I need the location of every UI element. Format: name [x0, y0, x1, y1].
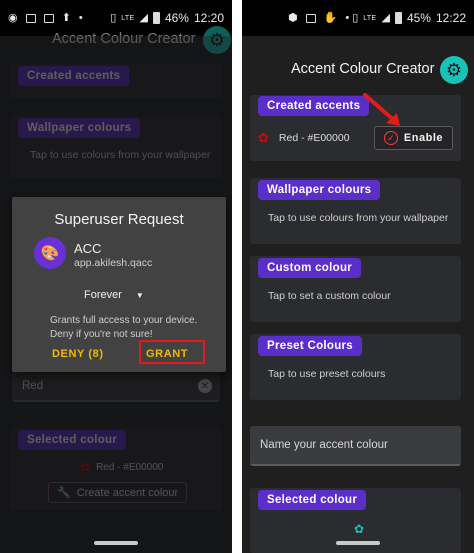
- accent-item-label: Red - #E00000: [278, 132, 350, 144]
- vibrate-icon: ▯: [352, 11, 359, 24]
- lte-icon: LTE: [363, 14, 377, 22]
- superuser-request-dialog: Superuser Request 🎨 ACC app.akilesh.qacc…: [12, 197, 226, 372]
- dot-icon: •: [345, 11, 350, 24]
- created-accents-card: Created accents ✿ Red - #E00000 ✓ Enable: [250, 95, 461, 161]
- enable-label: Enable: [403, 132, 443, 144]
- dialog-title: Superuser Request: [54, 211, 184, 228]
- notification-icon: [305, 13, 316, 23]
- grant-description-line: Deny if you're not sure!: [50, 328, 153, 340]
- deny-button[interactable]: DENY (8): [52, 348, 104, 360]
- wallpaper-card[interactable]: Wallpaper colours Tap to use colours fro…: [250, 178, 461, 244]
- battery-level: 45%: [406, 11, 431, 25]
- requesting-app-package: app.akilesh.qacc: [74, 257, 153, 269]
- dropdown-caret-icon: ▼: [135, 290, 144, 300]
- check-circle-icon: ✓: [383, 131, 398, 145]
- preset-colours-chip: Preset Colours: [258, 336, 363, 356]
- palette-icon: 🎨: [34, 237, 66, 269]
- notification-icon: ◉: [8, 11, 18, 24]
- status-time: 12:20: [193, 11, 224, 25]
- settings-gear-icon[interactable]: ⚙: [440, 56, 468, 84]
- requesting-app-name: ACC: [74, 241, 102, 256]
- vibrate-icon: ▯: [110, 11, 117, 24]
- palette-icon: ✿: [354, 522, 365, 536]
- battery-icon: [152, 12, 160, 24]
- preset-colours-hint: Tap to use preset colours: [268, 368, 386, 380]
- accent-name-placeholder: Name your accent colour: [260, 439, 388, 451]
- custom-colour-hint: Tap to set a custom colour: [268, 290, 391, 302]
- selected-colour-chip: Selected colour: [258, 490, 367, 510]
- download-icon: ⬆: [61, 11, 71, 24]
- status-bar: ⬢ ✋ • ▯ LTE ◢ 45% 12:22: [242, 0, 474, 36]
- battery-level: 46%: [164, 11, 189, 25]
- nav-handle[interactable]: [336, 541, 380, 545]
- lte-icon: LTE: [121, 14, 135, 22]
- custom-colour-card[interactable]: Custom colour Tap to set a custom colour: [250, 256, 461, 322]
- location-icon: ⬢: [288, 11, 298, 24]
- left-phone-screenshot: ◉ ⬆ • ▯ LTE ◢ 46% 12:20 Accent Colour Cr…: [0, 0, 232, 553]
- notification-icon: [25, 13, 36, 23]
- battery-icon: [394, 12, 402, 24]
- grant-highlight-box: [139, 340, 205, 364]
- signal-icon: ◢: [381, 11, 390, 24]
- accent-name-input[interactable]: Name your accent colour: [250, 426, 461, 466]
- dot-icon: •: [78, 11, 83, 24]
- status-time: 12:22: [435, 11, 466, 25]
- custom-colour-chip: Custom colour: [258, 258, 362, 278]
- nav-handle[interactable]: [94, 541, 138, 545]
- grant-description: Grants full access to your device. Deny …: [50, 314, 197, 341]
- hand-icon: ✋: [323, 11, 338, 24]
- notification-icon: [43, 13, 54, 23]
- annotation-arrow-icon: [363, 93, 400, 126]
- duration-select[interactable]: Forever ▼: [84, 289, 144, 301]
- grant-description-line: Grants full access to your device.: [50, 315, 198, 326]
- preset-colours-card[interactable]: Preset Colours Tap to use preset colours: [250, 334, 461, 400]
- created-accents-chip: Created accents: [258, 96, 370, 116]
- signal-icon: ◢: [139, 11, 148, 24]
- right-phone-screenshot: ⬢ ✋ • ▯ LTE ◢ 45% 12:22 Accent Colour Cr…: [242, 0, 474, 553]
- wallpaper-hint: Tap to use colours from your wallpaper: [268, 212, 449, 224]
- duration-value: Forever: [84, 289, 122, 301]
- app-title: Accent Colour Creator: [291, 61, 435, 77]
- accent-list-item[interactable]: ✿ Red - #E00000 ✓ Enable: [258, 126, 453, 150]
- palette-icon: ✿: [258, 130, 269, 145]
- wallpaper-chip: Wallpaper colours: [258, 180, 381, 200]
